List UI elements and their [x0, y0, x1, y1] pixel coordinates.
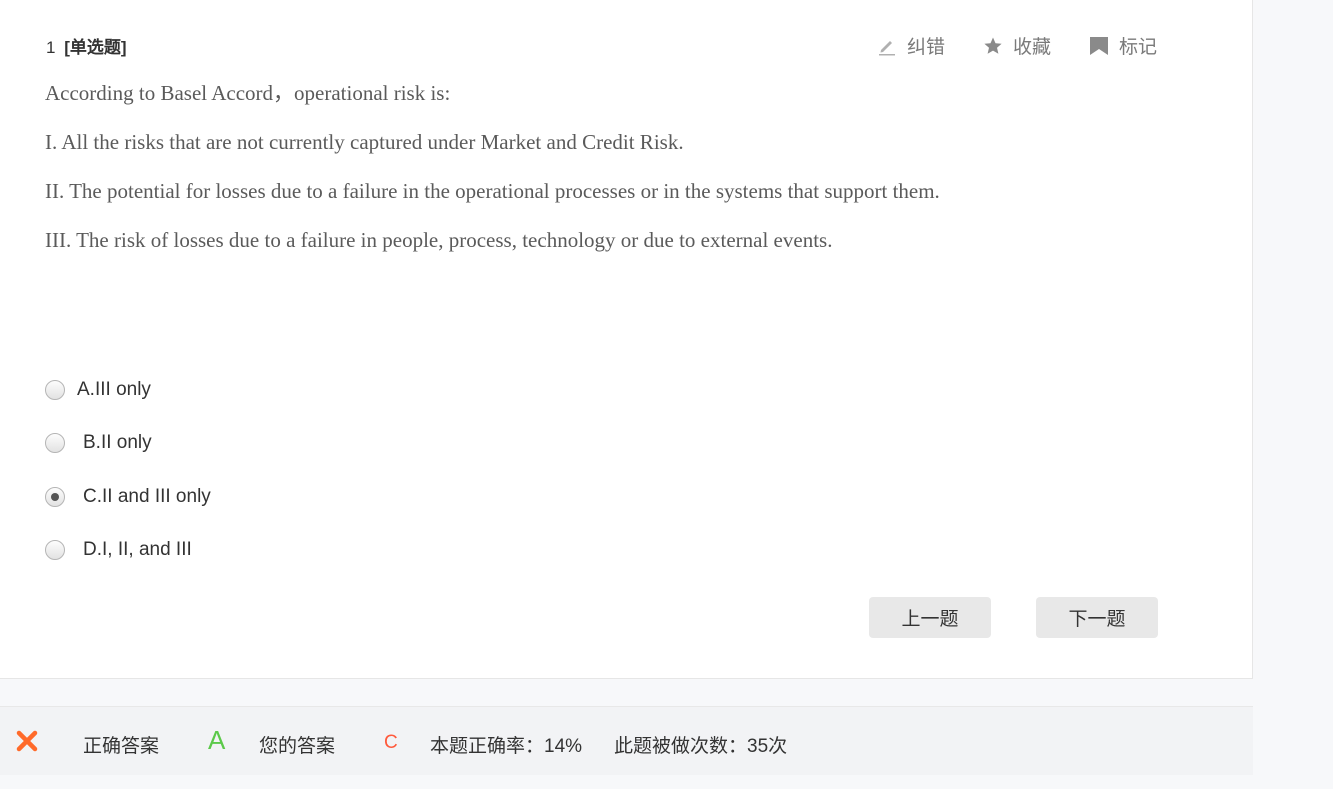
mark-button[interactable]: 标记 [1089, 32, 1157, 59]
correct-error-button[interactable]: 纠错 [877, 32, 945, 59]
your-answer-label: 您的答案 [259, 736, 336, 757]
radio-button-selected[interactable] [45, 486, 65, 507]
radio-button[interactable] [45, 379, 65, 400]
option-label: C.II and III only [83, 485, 211, 507]
stem-line: According to Basel Accord，operational ri… [45, 81, 451, 105]
option-d[interactable]: D.I, II, and III [45, 524, 211, 578]
stem-line: II. The potential for losses due to a fa… [45, 179, 940, 203]
option-c[interactable]: C.II and III only [45, 470, 211, 524]
mark-label: 标记 [1118, 37, 1157, 58]
favorite-button[interactable]: 收藏 [983, 32, 1051, 59]
prev-question-button[interactable]: 上一题 [869, 597, 991, 638]
stem-line: I. All the risks that are not currently … [45, 130, 684, 154]
question-type: [单选题] [64, 38, 127, 57]
option-label: A.III only [77, 378, 151, 400]
accuracy-rate: 本题正确率：14% [430, 736, 583, 757]
next-question-button[interactable]: 下一题 [1036, 597, 1158, 638]
answer-result-bar: 正确答案 A 您的答案 C 本题正确率：14% 此题被做次数：35次 [0, 706, 1253, 775]
question-number: 1 [46, 38, 56, 57]
question-header: 1 [单选题] [46, 33, 127, 58]
your-answer-value: C [384, 732, 398, 753]
question-card: 1 [单选题] 纠错 收藏 标记 According to Basel Acco… [0, 0, 1253, 679]
option-b[interactable]: B.II only [45, 417, 211, 471]
option-a[interactable]: A.III only [45, 363, 211, 417]
stem-line: III. The risk of losses due to a failure… [45, 228, 833, 252]
radio-button[interactable] [45, 540, 65, 561]
correct-answer-value: A [208, 725, 226, 755]
radio-button[interactable] [45, 433, 65, 454]
answer-options: A.III only B.II only C.II and III only D… [45, 363, 211, 577]
attempt-count: 此题被做次数：35次 [614, 736, 788, 757]
question-tools: 纠错 收藏 标记 [877, 32, 1157, 59]
pencil-icon [877, 36, 897, 56]
correct-error-label: 纠错 [906, 37, 945, 58]
star-icon [983, 36, 1003, 56]
option-label: D.I, II, and III [83, 539, 192, 561]
question-stem: According to Basel Accord，operational ri… [45, 80, 940, 276]
correct-answer-label: 正确答案 [83, 736, 160, 757]
option-label: B.II only [83, 432, 152, 454]
favorite-label: 收藏 [1012, 37, 1051, 58]
bookmark-icon [1089, 36, 1109, 56]
close-icon [16, 730, 38, 758]
